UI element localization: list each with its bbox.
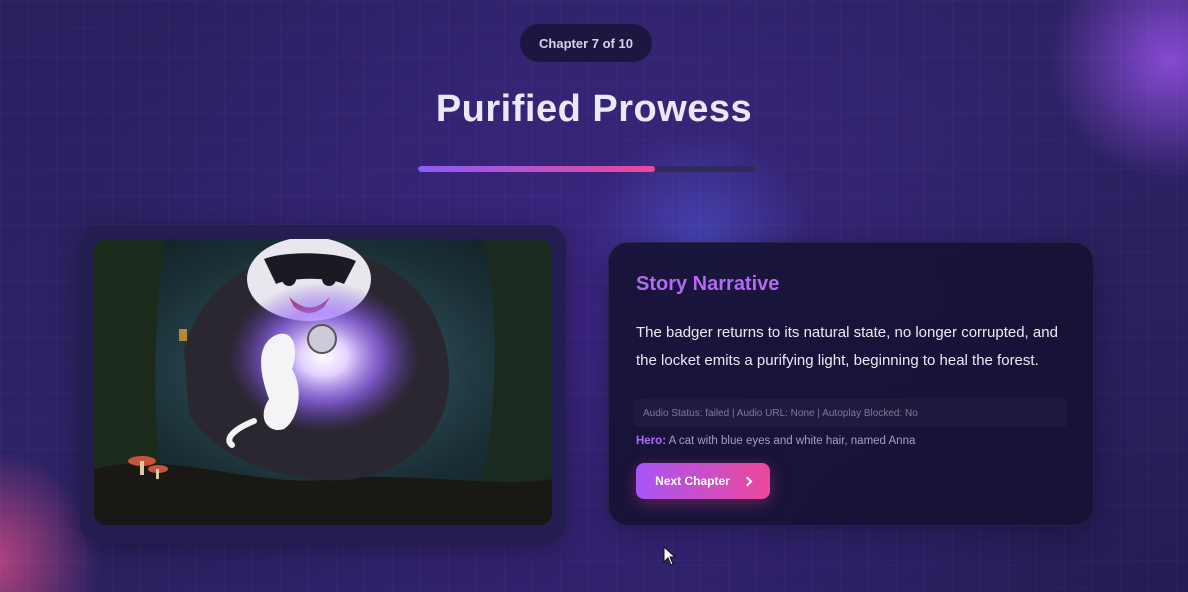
page-title: Purified Prowess — [435, 88, 753, 130]
chapter-label: Chapter 7 of 10 — [539, 35, 633, 51]
image-card — [80, 225, 566, 543]
story-illustration — [94, 239, 552, 525]
chapter-progress-bar — [418, 166, 756, 172]
audio-status: Audio Status: failed | Audio URL: None |… — [633, 399, 1067, 427]
hero-line: Hero: A cat with blue eyes and white hai… — [636, 435, 915, 447]
chapter-indicator: Chapter 7 of 10 — [520, 24, 652, 62]
hero-description: A cat with blue eyes and white hair, nam… — [668, 435, 916, 447]
hero-label: Hero: — [636, 435, 667, 447]
next-chapter-label: Next Chapter — [655, 474, 730, 488]
chevron-right-icon — [742, 476, 753, 486]
narrative-card: Story Narrative The badger returns to it… — [608, 242, 1094, 526]
narrative-text: The badger returns to its natural state,… — [636, 324, 1058, 369]
story-illustration-graphic — [94, 239, 552, 525]
next-chapter-button[interactable]: Next Chapter — [636, 463, 770, 499]
narrative-heading: Story Narrative — [636, 273, 780, 295]
cursor-icon — [663, 546, 677, 566]
chapter-progress-fill — [418, 166, 655, 172]
